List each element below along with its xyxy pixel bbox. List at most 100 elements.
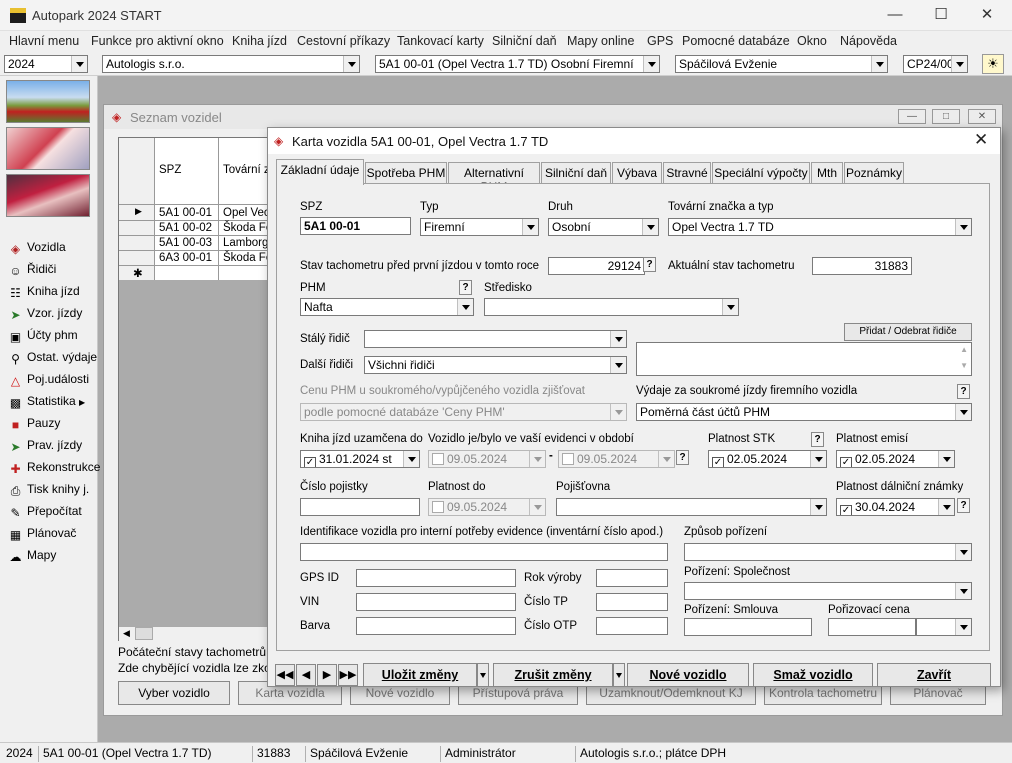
menu-fuel-cards[interactable]: Tankovací karty <box>397 34 484 48</box>
period-from-date[interactable]: 09.05.2024 <box>428 450 546 468</box>
emis-date[interactable]: ✓ 02.05.2024 <box>836 450 955 468</box>
delete-vehicle-button[interactable]: Smaž vozidlo <box>753 663 873 687</box>
sidebar-item-pauzy[interactable]: ■ Pauzy <box>8 416 60 432</box>
tab-spotreba-phm[interactable]: Spotřeba PHM <box>365 162 447 184</box>
lightbulb-icon[interactable]: ☀ <box>982 54 1004 74</box>
spz-field[interactable]: 5A1 00-01 <box>300 217 411 235</box>
stk-checkbox[interactable]: ✓ <box>712 457 724 467</box>
close-button[interactable]: Zavřít <box>877 663 991 687</box>
sidebar-item-ucty-phm[interactable]: ▣ Účty phm <box>8 328 78 344</box>
locked-checkbox[interactable]: ✓ <box>304 457 316 467</box>
cp-select[interactable]: CP24/00 <box>903 55 968 73</box>
tab-zakladni-udaje[interactable]: Základní údaje <box>276 159 364 185</box>
maximize-button[interactable]: ☐ <box>918 4 964 28</box>
tab-silnicni-dan[interactable]: Silniční daň <box>541 162 611 184</box>
close-button[interactable]: ✕ <box>968 109 996 124</box>
help-icon[interactable]: ? <box>811 432 824 447</box>
make-select[interactable]: Opel Vectra 1.7 TD <box>668 218 972 236</box>
restore-button[interactable]: □ <box>932 109 960 124</box>
help-icon[interactable]: ? <box>957 384 970 399</box>
vignette-checkbox[interactable]: ✓ <box>840 505 852 515</box>
menu-travel-orders[interactable]: Cestovní příkazy <box>297 34 390 48</box>
last-record-button[interactable]: ▶▶ <box>338 664 358 686</box>
close-window-button[interactable]: ✕ <box>964 4 1010 28</box>
menu-window[interactable]: Okno <box>797 34 827 48</box>
sidebar-item-ostat-vydaje[interactable]: ⚲ Ostat. výdaje <box>8 350 97 366</box>
menu-active-window[interactable]: Funkce pro aktivní okno <box>91 34 224 48</box>
table-cell[interactable]: Škoda Fe <box>223 222 272 234</box>
table-row[interactable]: 5A1 00-02 <box>159 222 212 234</box>
price-select[interactable]: podle pomocné databáze 'Ceny PHM' <box>300 403 627 421</box>
cancel-changes-button[interactable]: Zrušit změny <box>493 663 613 687</box>
scroll-up-icon[interactable]: ▲ <box>960 345 968 354</box>
sidebar-item-rekonstrukce[interactable]: ✚ Rekonstrukce <box>8 460 100 476</box>
sidebar-item-planovac[interactable]: ▦ Plánovač <box>8 526 77 542</box>
tacho-start-field[interactable]: 29124 <box>548 257 645 275</box>
select-vehicle-button[interactable]: Vyber vozidlo <box>118 681 230 705</box>
driver-select[interactable]: Spáčilová Evženie <box>675 55 888 73</box>
period-to-date[interactable]: 09.05.2024 <box>558 450 675 468</box>
policy-field[interactable] <box>300 498 420 516</box>
help-icon[interactable]: ? <box>676 450 689 465</box>
currency-select[interactable] <box>916 618 972 636</box>
menu-road-tax[interactable]: Silniční daň <box>492 34 557 48</box>
menu-main[interactable]: Hlavní menu <box>9 34 79 48</box>
tab-mth[interactable]: Mth <box>811 162 843 184</box>
otp-field[interactable] <box>596 617 668 635</box>
tacho-now-field[interactable]: 31883 <box>812 257 912 275</box>
typ-select[interactable]: Firemní <box>420 218 539 236</box>
valid-checkbox[interactable] <box>432 501 444 513</box>
main-driver-select[interactable] <box>364 330 627 348</box>
private-select[interactable]: Poměrná část účtů PHM <box>636 403 972 421</box>
minimize-button[interactable]: — <box>898 109 926 124</box>
tab-poznamky[interactable]: Poznámky <box>844 162 904 184</box>
stk-date[interactable]: ✓ 02.05.2024 <box>708 450 827 468</box>
cancel-options-dropdown[interactable] <box>613 663 625 687</box>
new-vehicle-button[interactable]: Nové vozidlo <box>627 663 749 687</box>
acq-price-field[interactable] <box>828 618 916 636</box>
sidebar-item-ridici[interactable]: ☺ Řidiči <box>8 262 56 278</box>
tp-field[interactable] <box>596 593 668 611</box>
sidebar-item-prav-jizdy[interactable]: ➤ Prav. jízdy <box>8 438 82 454</box>
acq-contract-field[interactable] <box>684 618 812 636</box>
help-icon[interactable]: ? <box>643 257 656 272</box>
tab-vybava[interactable]: Výbava <box>612 162 662 184</box>
tab-specialni-vypocty[interactable]: Speciální výpočty <box>712 162 810 184</box>
vignette-date[interactable]: ✓ 30.04.2024 <box>836 498 955 516</box>
help-icon[interactable]: ? <box>957 498 970 513</box>
help-icon[interactable]: ? <box>459 280 472 295</box>
year-field[interactable] <box>596 569 668 587</box>
sidebar-item-vzor-jizdy[interactable]: ➤ Vzor. jízdy <box>8 306 82 322</box>
locked-date[interactable]: ✓ 31.01.2024 st <box>300 450 420 468</box>
druh-select[interactable]: Osobní <box>548 218 659 236</box>
period-to-checkbox[interactable] <box>562 453 574 465</box>
table-cell[interactable]: Škoda Fe <box>223 252 272 264</box>
vehicle-select[interactable]: 5A1 00-01 (Opel Vectra 1.7 TD) Osobní Fi… <box>375 55 660 73</box>
drivers-list[interactable]: ▲ ▼ <box>636 342 972 376</box>
insurer-select[interactable] <box>556 498 827 516</box>
table-row[interactable]: 6A3 00-01 <box>159 252 212 264</box>
menu-help[interactable]: Nápověda <box>840 34 897 48</box>
acq-company-select[interactable] <box>684 582 972 600</box>
period-from-checkbox[interactable] <box>432 453 444 465</box>
sidebar-item-vozidla[interactable]: ◈ Vozidla <box>8 240 66 256</box>
next-record-button[interactable]: ▶ <box>317 664 337 686</box>
minimize-button[interactable]: — <box>872 4 918 28</box>
tab-alternativni-phm[interactable]: Alternativní PHM <box>448 162 540 194</box>
phm-select[interactable]: Nafta <box>300 298 474 316</box>
menu-databases[interactable]: Pomocné databáze <box>682 34 790 48</box>
color-field[interactable] <box>356 617 516 635</box>
center-select[interactable] <box>484 298 739 316</box>
ident-field[interactable] <box>300 543 668 561</box>
scroll-down-icon[interactable]: ▼ <box>960 361 968 370</box>
sidebar-item-statistika[interactable]: ▩ Statistika ▶ <box>8 394 85 410</box>
emis-checkbox[interactable]: ✓ <box>840 457 852 467</box>
menu-logbook[interactable]: Kniha jízd <box>232 34 287 48</box>
table-row[interactable]: 5A1 00-03 <box>159 237 212 249</box>
add-remove-driver-button[interactable]: Přidat / Odebrat řidiče <box>844 323 972 341</box>
sidebar-item-tisk[interactable]: ⎙ Tisk knihy j. <box>8 482 90 498</box>
menu-gps[interactable]: GPS <box>647 34 673 48</box>
prev-record-button[interactable]: ◀ <box>296 664 316 686</box>
save-changes-button[interactable]: Uložit změny <box>363 663 477 687</box>
other-drivers-select[interactable]: Všichni řidiči <box>364 356 627 374</box>
